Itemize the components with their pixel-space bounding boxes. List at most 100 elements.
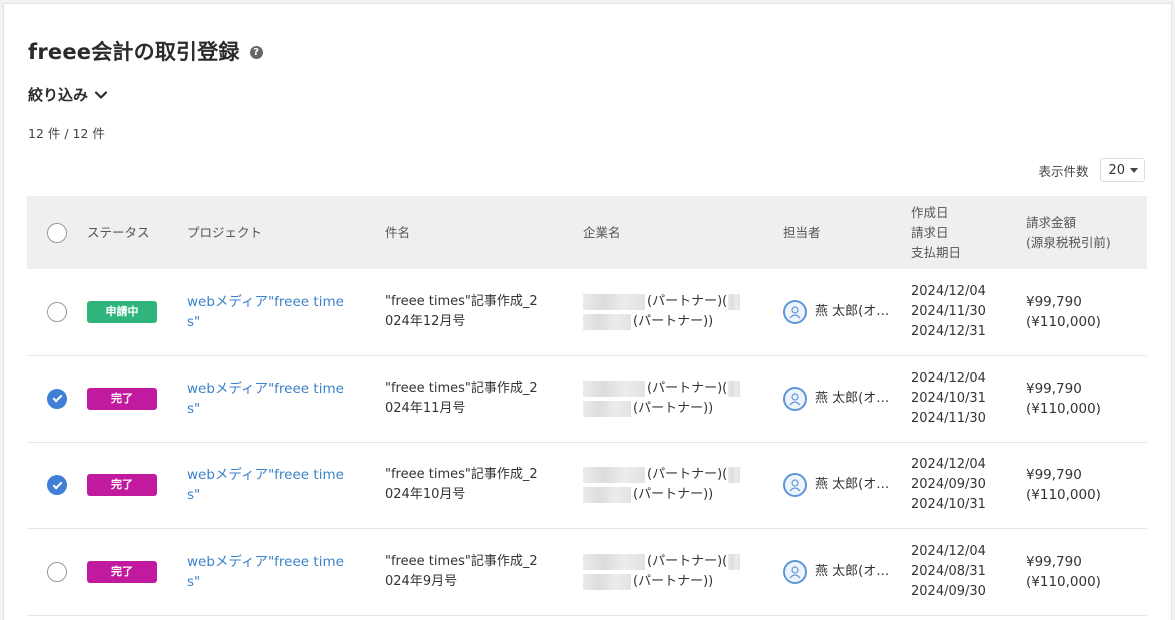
assignee: 燕 太郎(オ… <box>783 386 911 411</box>
transactions-table: ステータス プロジェクト 件名 企業名 担当者 作成日 請求日 支払期日 請求金… <box>27 196 1147 616</box>
header-created: 作成日 <box>911 204 949 220</box>
filter-label: 絞り込み <box>28 86 89 104</box>
redacted-company-name <box>583 487 631 504</box>
dates-cell: 2024/12/04 2024/09/30 2024/10/31 <box>911 442 1026 529</box>
invoice-date: 2024/10/31 <box>911 390 986 406</box>
redacted-company-name <box>728 380 741 397</box>
redacted-company-name <box>583 467 645 484</box>
due-date: 2024/11/30 <box>911 410 986 426</box>
created-date: 2024/12/04 <box>911 457 986 473</box>
subject-text: "freee times"記事作成_2024年12月号 <box>385 294 538 329</box>
amount-gross: (¥110,000) <box>1026 314 1101 330</box>
redacted-company-name <box>583 553 645 570</box>
invoice-date: 2024/09/30 <box>911 477 986 493</box>
assignee: 燕 太郎(オ… <box>783 559 911 584</box>
amount-net: ¥99,790 <box>1026 553 1082 570</box>
project-link[interactable]: webメディア"freee times" <box>187 379 347 419</box>
status-badge: 完了 <box>87 560 157 583</box>
per-page-label: 表示件数 <box>1038 163 1089 179</box>
row-checkbox[interactable] <box>47 302 67 322</box>
amount-gross: (¥110,000) <box>1026 487 1101 504</box>
check-icon <box>52 479 62 490</box>
per-page-value: 20 <box>1108 162 1125 178</box>
avatar-icon <box>783 473 807 498</box>
company-cell: (パートナー)( (パートナー)) <box>583 356 783 443</box>
amount-cell: ¥99,790 (¥110,000) <box>1026 442 1147 529</box>
assignee-name: 燕 太郎(オ… <box>815 477 890 493</box>
created-date: 2024/12/04 <box>911 284 986 299</box>
table-row[interactable]: 完了 webメディア"freee times" "freee times"記事作… <box>27 356 1147 443</box>
table-header-row: ステータス プロジェクト 件名 企業名 担当者 作成日 請求日 支払期日 請求金… <box>27 196 1147 269</box>
redacted-company-name <box>728 294 741 310</box>
select-all-checkbox[interactable] <box>47 222 67 243</box>
amount-cell: ¥99,790 (¥110,000) <box>1026 529 1147 616</box>
caret-down-icon <box>1130 167 1138 173</box>
row-checkbox[interactable] <box>47 388 67 409</box>
assignee: 燕 太郎(オ… <box>783 300 911 324</box>
dates-cell: 2024/12/04 2024/08/31 2024/09/30 <box>911 529 1026 616</box>
status-badge: 完了 <box>87 474 157 497</box>
assignee-name: 燕 太郎(オ… <box>815 304 890 319</box>
redacted-company-name <box>583 380 645 397</box>
row-checkbox[interactable] <box>47 475 67 496</box>
amount-net: ¥99,790 <box>1026 380 1082 397</box>
project-link[interactable]: webメディア"freee times" <box>187 465 347 505</box>
due-date: 2024/09/30 <box>911 583 986 599</box>
redacted-company-name <box>583 573 631 590</box>
company-role-a: (パートナー)( <box>647 294 728 309</box>
due-date: 2024/12/31 <box>911 324 986 339</box>
amount-net: ¥99,790 <box>1026 294 1082 310</box>
company-cell: (パートナー)( (パートナー)) <box>583 269 783 356</box>
header-subject: 件名 <box>385 224 411 240</box>
company-role-b: (パートナー)) <box>633 573 714 589</box>
invoice-date: 2024/11/30 <box>911 304 986 319</box>
created-date: 2024/12/04 <box>911 543 986 559</box>
amount-net: ¥99,790 <box>1026 467 1082 484</box>
result-count: 12 件 / 12 件 <box>28 126 105 141</box>
amount-gross: (¥110,000) <box>1026 400 1101 417</box>
avatar-icon <box>783 559 807 584</box>
table-row[interactable]: 申請中 webメディア"freee times" "freee times"記事… <box>27 269 1147 356</box>
per-page-select[interactable]: 20 <box>1100 158 1145 182</box>
amount-gross: (¥110,000) <box>1026 573 1101 590</box>
header-status: ステータス <box>87 224 150 240</box>
status-badge: 申請中 <box>87 301 157 323</box>
header-due: 支払期日 <box>911 244 962 260</box>
redacted-company-name <box>583 400 631 417</box>
company-role-a: (パートナー)( <box>647 553 728 569</box>
company-cell: (パートナー)( (パートナー)) <box>583 442 783 529</box>
redacted-company-name <box>583 314 631 330</box>
avatar-icon <box>783 300 807 324</box>
assignee-name: 燕 太郎(オ… <box>815 563 890 579</box>
redacted-company-name <box>728 467 741 484</box>
question-circle-icon[interactable]: ? <box>249 46 263 59</box>
amount-cell: ¥99,790 (¥110,000) <box>1026 356 1147 443</box>
filter-toggle[interactable]: 絞り込み <box>28 84 108 105</box>
company-role-a: (パートナー)( <box>647 380 728 396</box>
subject-text: "freee times"記事作成_2024年11月号 <box>385 380 538 416</box>
company-cell: (パートナー)( (パートナー)) <box>583 529 783 616</box>
title-row: freee会計の取引登録 ? <box>28 36 263 66</box>
assignee-name: 燕 太郎(オ… <box>815 390 890 406</box>
row-checkbox[interactable] <box>47 561 67 582</box>
table-row[interactable]: 完了 webメディア"freee times" "freee times"記事作… <box>27 442 1147 529</box>
project-link[interactable]: webメディア"freee times" <box>187 552 347 592</box>
project-link[interactable]: webメディア"freee times" <box>187 292 347 332</box>
table-row[interactable]: 完了 webメディア"freee times" "freee times"記事作… <box>27 529 1147 616</box>
header-amount-note: (源泉税税引前) <box>1026 234 1111 250</box>
page-title: freee会計の取引登録 <box>28 40 240 64</box>
assignee: 燕 太郎(オ… <box>783 473 911 498</box>
header-company: 企業名 <box>583 224 621 240</box>
company-role-b: (パートナー)) <box>633 400 714 416</box>
header-amount-label: 請求金額 <box>1026 214 1077 230</box>
dates-cell: 2024/12/04 2024/11/30 2024/12/31 <box>911 269 1026 356</box>
redacted-company-name <box>583 294 645 310</box>
chevron-down-icon <box>94 90 108 99</box>
redacted-company-name <box>728 553 741 570</box>
header-dates: 作成日 請求日 支払期日 <box>911 196 1026 269</box>
status-badge: 完了 <box>87 387 157 410</box>
header-person: 担当者 <box>783 224 821 240</box>
main-panel: freee会計の取引登録 ? 絞り込み 12 件 / 12 件 表示件数 20 … <box>3 3 1172 620</box>
per-page-control: 表示件数 20 <box>1038 158 1145 182</box>
header-amount: 請求金額 (源泉税税引前) <box>1026 196 1147 269</box>
